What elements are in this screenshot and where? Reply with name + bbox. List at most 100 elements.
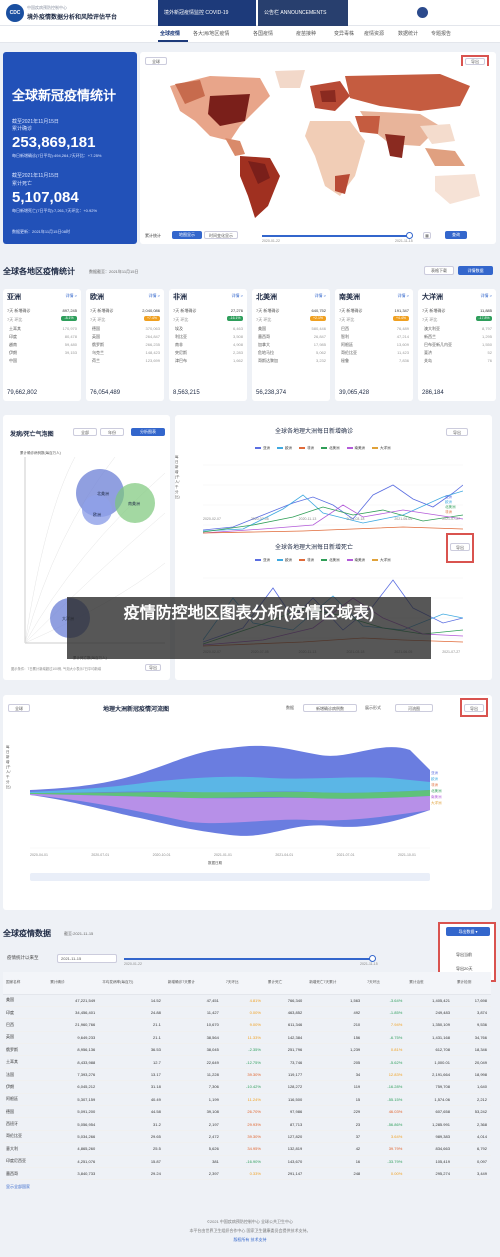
line1-chart[interactable] — [203, 455, 463, 535]
nav-reports[interactable]: 专题报告 — [431, 30, 451, 37]
table-row[interactable]: 法国 7,393,276 13.17 11,228 39.30% 119,177 34 12.… — [3, 1068, 491, 1082]
column-header[interactable]: 累计治愈 — [406, 972, 454, 995]
table-row[interactable]: 印度 34,456,401 24.88 11,427 0.00% 463,852 492 -1… — [3, 1006, 491, 1020]
line2-legend-item[interactable]: 非洲 — [299, 558, 314, 562]
table-cell: 42 — [306, 1142, 365, 1156]
line1-legend: 亚洲 欧洲 非洲 北美洲 南美洲 大洋洲 — [255, 446, 398, 452]
region-row: 荷兰 123,699 — [92, 358, 160, 363]
column-header[interactable]: 7天环比 — [222, 972, 265, 995]
table-row[interactable]: 英国 9,649,233 21.1 38,564 11.33% 142,384 156 -6.… — [3, 1031, 491, 1045]
table-date-slider[interactable] — [124, 958, 374, 960]
regions-detail-button[interactable]: 详情数据 — [458, 266, 493, 275]
date-slider-handle[interactable] — [406, 232, 413, 239]
line1-legend-item[interactable]: 大洋洲 — [372, 446, 391, 450]
stream-export-button[interactable]: 导出 — [464, 704, 484, 712]
table-cell: 11,427 — [164, 1006, 223, 1020]
filter-date-input[interactable]: 2021-11-15 — [57, 954, 117, 963]
table-row[interactable]: 德国 5,091,200 44.58 39,108 26.70% 97,986 229 46.… — [3, 1105, 491, 1119]
export-menu-current[interactable]: 导出当前 — [456, 952, 472, 958]
stream-data-select[interactable]: 新增确诊病例数 — [303, 704, 357, 712]
line2-export-button[interactable]: 导出 — [450, 543, 470, 551]
region-name: 北美洲 — [256, 294, 277, 301]
column-header[interactable]: 新增死亡7天累计 — [306, 972, 365, 995]
nav-variants[interactable]: 变异毒株 — [334, 30, 354, 37]
line2-legend-item[interactable]: 亚洲 — [255, 558, 270, 562]
table-row[interactable]: 美国 47,221,549 14.52 47,451 4.81% 766,340 1,563… — [3, 994, 491, 1007]
table-row[interactable]: 土耳其 8,433,988 12.7 22,649 -12.75% 73,746 205 -5… — [3, 1055, 491, 1069]
line2-legend-item[interactable]: 南美洲 — [346, 558, 365, 562]
calendar-icon[interactable]: ▦ — [423, 232, 431, 239]
line1-ylabel: 每日新增(千人/千分比) — [175, 455, 180, 499]
cdc-logo[interactable]: CDC — [6, 4, 24, 22]
world-map[interactable] — [140, 66, 496, 226]
stream-xlabel: 数据日期 — [208, 861, 222, 865]
table-row[interactable]: 哥伦比亚 5,034,266 29.65 2,472 39.30% 127,820 37 3.… — [3, 1130, 491, 1144]
table-row[interactable]: 印度尼西亚 4,251,076 15.87 381 -16.90% 143,670 16 -3… — [3, 1155, 491, 1168]
tab-announcements[interactable]: 公告栏 ANNOUNCEMENTS — [258, 0, 348, 26]
user-avatar[interactable] — [417, 7, 428, 18]
column-header[interactable]: 累计死亡 — [264, 972, 307, 995]
nav-global[interactable]: 全球疫情 — [160, 30, 180, 37]
column-header[interactable]: 累计确诊 — [47, 972, 100, 995]
toggle-time-view[interactable]: 时间变化显示 — [204, 231, 238, 239]
line1-legend-item[interactable]: 北美洲 — [321, 446, 340, 450]
date-range-slider[interactable] — [262, 235, 412, 237]
column-header[interactable]: 平均发病率(每百万) — [99, 972, 165, 995]
table-export-button[interactable]: 导出数据 ▾ — [446, 927, 490, 936]
stream-zoom-bar[interactable] — [30, 873, 430, 881]
query-button[interactable]: 查询 — [445, 231, 467, 239]
region-detail-link[interactable]: 详情 > — [149, 293, 160, 299]
table-date: 截至:2021-11-15 — [64, 931, 94, 936]
column-header[interactable]: 国家名称 — [3, 972, 48, 995]
country-name: 巴西 — [3, 1018, 48, 1032]
line1-legend-item[interactable]: 非洲 — [299, 446, 314, 450]
bubble-filter-select[interactable]: 全部 — [73, 428, 97, 436]
bubble-export-button[interactable]: 导出 — [145, 664, 161, 671]
nav-continents[interactable]: 各大洲/地区疫情 — [193, 30, 229, 37]
column-header[interactable]: 7天环比 — [364, 972, 407, 995]
toggle-map-view[interactable]: 地图显示 — [172, 231, 202, 239]
region-detail-link[interactable]: 详情 > — [315, 293, 326, 299]
line1-legend-item[interactable]: 欧洲 — [277, 446, 292, 450]
stream-display-select[interactable]: 河流图 — [395, 704, 433, 712]
line2-legend-item[interactable]: 大洋洲 — [372, 558, 391, 562]
table-cell: 119,177 — [264, 1068, 307, 1082]
table-slider-handle[interactable] — [369, 955, 376, 962]
nav-countries[interactable]: 各国疫情 — [253, 30, 273, 37]
table-row[interactable]: 墨西哥 3,840,733 29.24 2,397 0.33% 291,147 248 0.0… — [3, 1167, 491, 1181]
line1-legend-item[interactable]: 亚洲 — [255, 446, 270, 450]
table-cell: 11,228 — [164, 1068, 223, 1082]
tab-covid-monitor[interactable]: 境外新冠疫情监控 COVID-19 — [158, 0, 256, 26]
nav-vaccine[interactable]: 疫苗接种 — [296, 30, 316, 37]
region-detail-link[interactable]: 详情 > — [232, 293, 243, 299]
table-row[interactable]: 西班牙 5,056,954 31.2 2,197 29.93% 87,713 23 -56.8… — [3, 1117, 491, 1131]
stream-chart[interactable] — [30, 730, 430, 850]
table-row[interactable]: 俄罗斯 8,956,136 36.53 38,045 -2.35% 251,796 1,23… — [3, 1043, 491, 1057]
bubble-analyze-button[interactable]: 分析图表 — [131, 428, 165, 436]
line2-legend-item[interactable]: 北美洲 — [321, 558, 340, 562]
line2-legend-item[interactable]: 欧洲 — [277, 558, 292, 562]
stream-region-select[interactable]: 全球 — [8, 704, 30, 712]
nav-stats[interactable]: 数据统计 — [398, 30, 418, 37]
footer-line3[interactable]: 版权所有 技术支持 — [0, 1237, 500, 1243]
map-region-select[interactable]: 全球 — [145, 57, 167, 65]
region-detail-link[interactable]: 详情 > — [481, 293, 492, 299]
table-cell: -3.64% — [364, 994, 407, 1007]
bubble-year-select[interactable]: 年份 — [100, 428, 124, 436]
nav-resources[interactable]: 疫情资源 — [364, 30, 384, 37]
region-detail-link[interactable]: 详情 > — [398, 293, 409, 299]
table-row[interactable]: 意大利 4,865,260 25.5 5,626 34.95% 132,819 42 39.7… — [3, 1142, 491, 1156]
region-card: 欧洲 详情 > 7天 新增确诊 2,040,086 7天 环比 +7.4% 德国… — [86, 289, 164, 401]
table-row[interactable]: 伊朗 6,045,212 31.18 7,306 -10.42% 128,272 119 -1… — [3, 1080, 491, 1094]
region-detail-link[interactable]: 详情 > — [66, 293, 77, 299]
column-header[interactable]: 新增确诊7天累计 — [164, 972, 223, 995]
show-all-link[interactable]: 显示全部国家 — [3, 1180, 491, 1194]
stream-legend-item[interactable]: 大洋洲 — [431, 800, 442, 806]
line1-export-button[interactable]: 导出 — [446, 428, 468, 436]
column-header[interactable]: 累计检测 — [453, 972, 491, 995]
table-cell: 229 — [306, 1105, 365, 1119]
table-row[interactable]: 阿根廷 5,307,159 40.49 1,199 11.24% 116,500 15 -55… — [3, 1093, 491, 1107]
line1-legend-item[interactable]: 南美洲 — [346, 446, 365, 450]
table-row[interactable]: 巴西 21,960,766 21.1 10,670 9.00% 611,346 210 7.9… — [3, 1018, 491, 1032]
regions-download-button[interactable]: 表格下载 — [424, 266, 454, 275]
